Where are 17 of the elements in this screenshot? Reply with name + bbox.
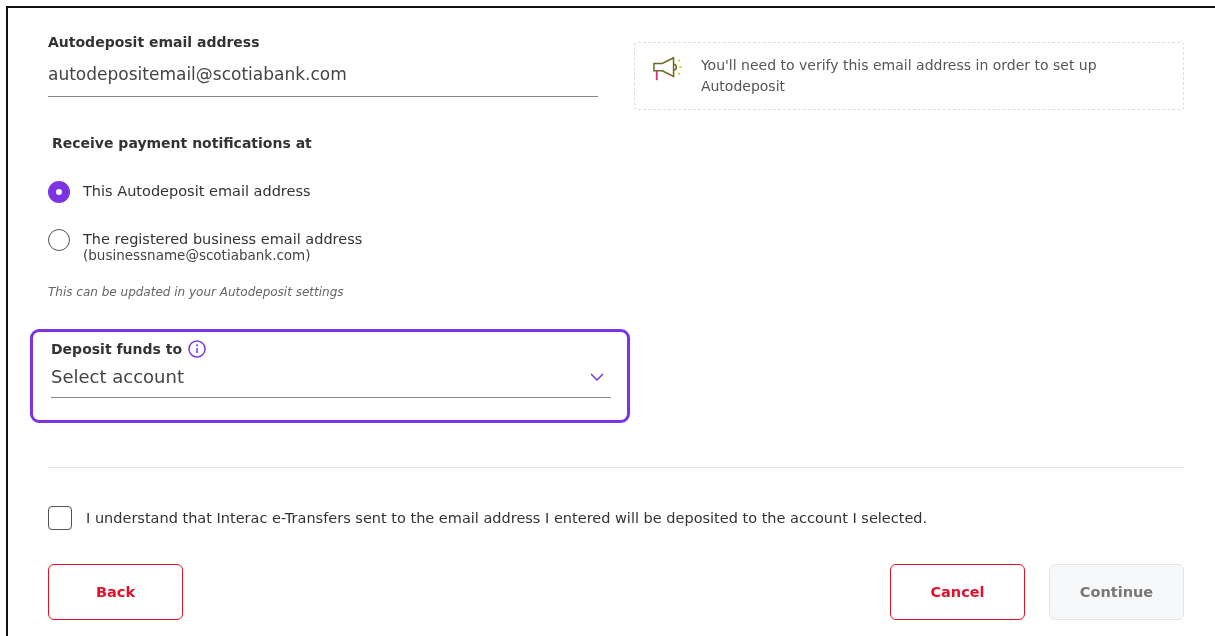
hint-text: This can be updated in your Autodeposit settings (48, 285, 345, 299)
field-label: Deposit funds to (51, 341, 183, 357)
chevron-down-icon (589, 371, 605, 382)
option-sublabel: (businessname@scotiabank.com) (83, 247, 312, 263)
callout-text: You'll need to verify this email address in order to set up Autodeposit (700, 56, 1098, 96)
info-icon[interactable] (188, 340, 207, 358)
option-label: This Autodeposit email address (83, 183, 311, 199)
radio-button[interactable] (48, 181, 70, 203)
field-label: Autodeposit email address (48, 34, 261, 50)
agreement-text: I understand that Interac e-Transfers sent to the email address I entered will be deposited to the account I selected. (86, 510, 928, 526)
action-button[interactable]: Back (48, 564, 183, 620)
action-button[interactable]: Cancel (890, 564, 1025, 620)
option-label: The registered business email address (83, 231, 363, 247)
section-heading: Receive payment notifications at (52, 135, 313, 151)
checkbox[interactable] (48, 506, 72, 530)
megaphone-icon (653, 55, 683, 83)
account-select[interactable]: Select account (51, 358, 611, 398)
